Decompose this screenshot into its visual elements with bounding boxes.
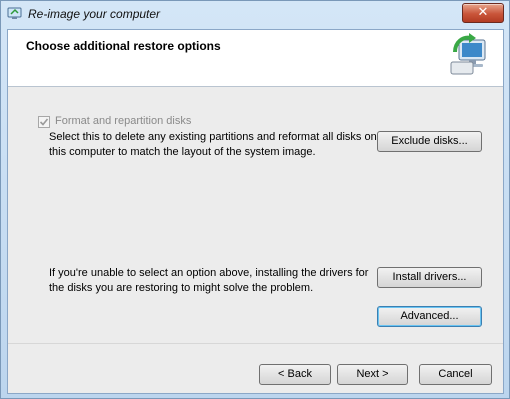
page-title: Choose additional restore options (26, 39, 221, 53)
window-title: Re-image your computer (28, 7, 161, 21)
title-bar[interactable]: Re-image your computer ✕ (1, 1, 509, 29)
backup-restore-icon (7, 7, 22, 19)
drivers-description: If you're unable to select an option abo… (49, 267, 369, 294)
exclude-disks-button[interactable]: Exclude disks... (377, 131, 482, 152)
close-button[interactable]: ✕ (462, 3, 504, 23)
cancel-button[interactable]: Cancel (419, 364, 492, 385)
checkmark-icon (39, 118, 49, 126)
format-description: Select this to delete any existing parti… (49, 131, 377, 158)
install-drivers-button[interactable]: Install drivers... (377, 267, 482, 288)
format-checkbox[interactable] (38, 116, 50, 128)
footer-divider (8, 343, 503, 344)
close-icon: ✕ (477, 5, 489, 20)
advanced-button[interactable]: Advanced... (377, 306, 482, 327)
format-checkbox-label: Format and repartition disks (55, 115, 192, 127)
computer-restore-icon (450, 33, 486, 75)
dialog-window: Re-image your computer ✕ Choose addition… (0, 0, 510, 399)
dialog-content: Choose additional restore options Format… (7, 29, 504, 394)
wizard-header: Choose additional restore options (8, 30, 503, 87)
next-button[interactable]: Next > (337, 364, 408, 385)
back-button[interactable]: < Back (259, 364, 331, 385)
